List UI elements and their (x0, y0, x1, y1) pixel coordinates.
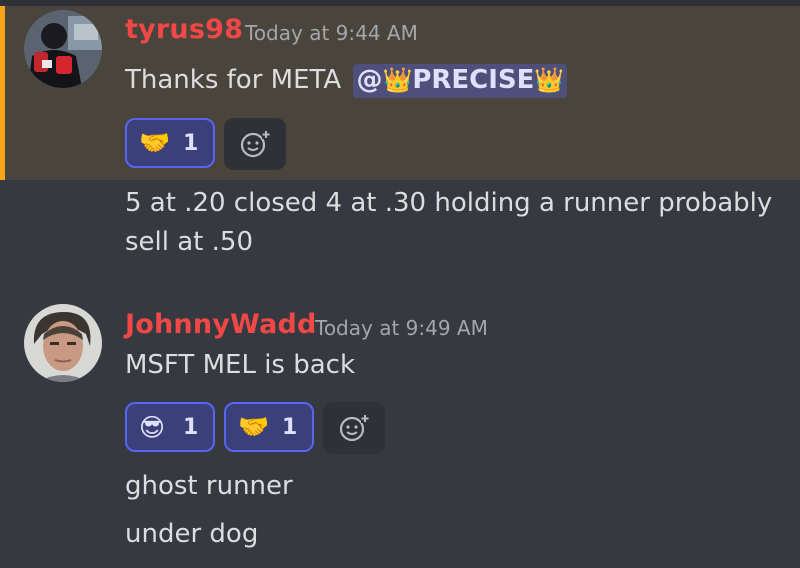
message-timestamp: Today at 9:44 AM (245, 21, 418, 45)
user-mention[interactable]: @👑PRECISE👑 (353, 64, 568, 98)
mention-name: PRECISE (412, 65, 535, 95)
reaction-sunglasses[interactable]: 😎 1 (125, 402, 215, 452)
message-text-content: Thanks for META (125, 65, 342, 95)
reaction-count: 1 (282, 414, 298, 440)
author-name[interactable]: JohnnyWadd (125, 309, 317, 340)
mention-highlight-bar (0, 6, 5, 180)
reaction-handshake[interactable]: 🤝 1 (125, 118, 215, 168)
avatar[interactable] (24, 304, 102, 382)
message-timestamp: Today at 9:49 AM (315, 316, 488, 340)
author-name[interactable]: tyrus98 (125, 14, 243, 45)
mention-at: @ (356, 65, 383, 95)
add-reaction-button[interactable] (224, 118, 286, 170)
avatar-tyrus98-image (24, 10, 102, 88)
message-text: sell at .50 (125, 227, 253, 257)
message-text: Thanks for META @👑PRECISE👑 (125, 64, 568, 98)
avatar[interactable] (24, 10, 102, 88)
reaction-count: 1 (183, 414, 199, 440)
reaction-count: 1 (183, 130, 199, 156)
add-reaction-icon (240, 130, 270, 158)
add-reaction-button[interactable] (323, 402, 385, 454)
handshake-emoji: 🤝 (139, 128, 171, 157)
add-reaction-icon (339, 414, 369, 442)
crown-emoji: 👑 (534, 66, 565, 94)
handshake-emoji: 🤝 (238, 412, 270, 441)
message-text: 5 at .20 closed 4 at .30 holding a runne… (125, 188, 773, 218)
message-text: under dog (125, 519, 259, 549)
avatar-johnnywadd-image (24, 304, 102, 382)
reaction-handshake[interactable]: 🤝 1 (224, 402, 314, 452)
crown-emoji: 👑 (382, 66, 413, 94)
message-text: MSFT MEL is back (125, 350, 356, 380)
message-text: ghost runner (125, 471, 293, 501)
sunglasses-emoji: 😎 (139, 412, 166, 442)
